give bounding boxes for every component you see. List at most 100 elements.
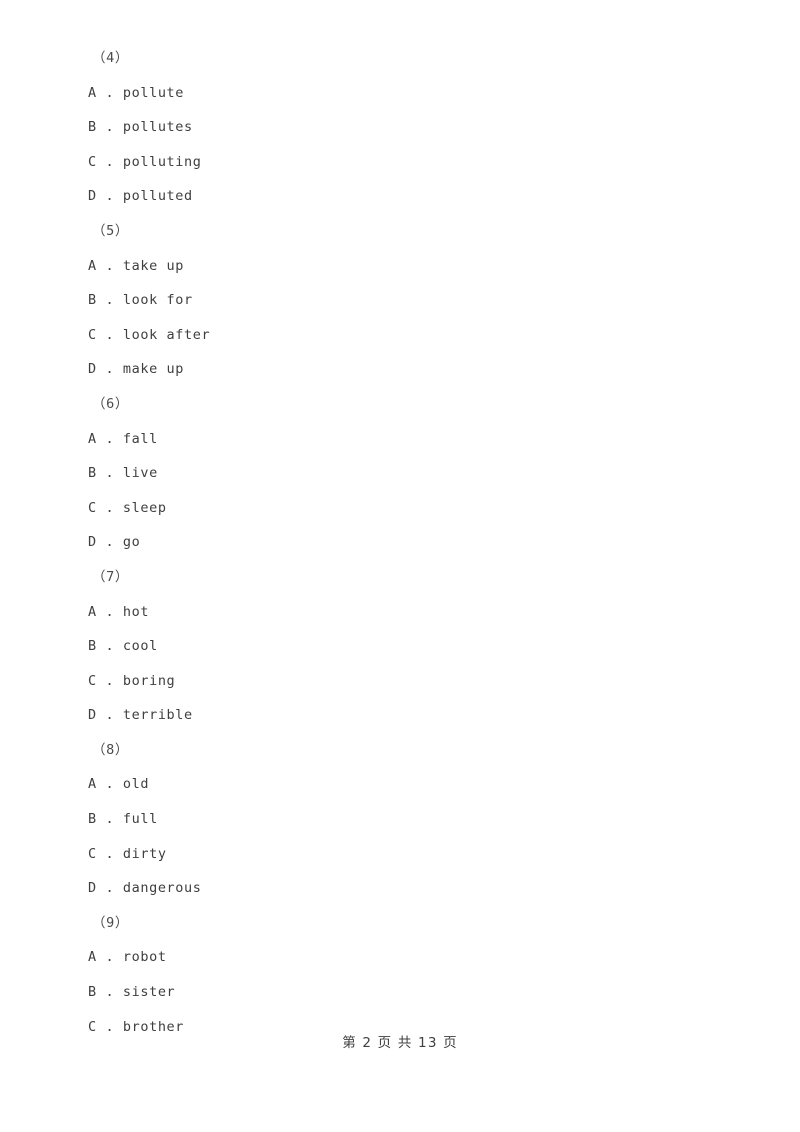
answer-option[interactable]: C . sleep	[0, 491, 800, 526]
option-separator: .	[96, 326, 123, 343]
option-separator: .	[96, 811, 123, 828]
answer-option[interactable]: B . cool	[0, 629, 800, 664]
option-letter: A	[88, 84, 97, 101]
option-separator: .	[96, 776, 123, 793]
option-letter: C	[88, 499, 97, 516]
document-page: （4） A . pollute B . pollutes C . polluting D…	[0, 0, 800, 1132]
option-text: make up	[122, 361, 185, 378]
answer-option[interactable]: C . boring	[0, 664, 800, 699]
option-separator: .	[96, 361, 123, 378]
option-letter: D	[88, 188, 97, 205]
option-text: cool	[122, 638, 158, 655]
answer-option[interactable]: C . dirty	[0, 837, 800, 872]
answer-option[interactable]: A . take up	[0, 249, 800, 284]
option-letter: B	[88, 119, 97, 136]
answer-option[interactable]: C . look after	[0, 318, 800, 353]
option-letter: A	[88, 949, 97, 966]
option-letter: D	[88, 707, 97, 724]
answer-option[interactable]: B . pollutes	[0, 110, 800, 145]
option-text: boring	[122, 672, 176, 689]
answer-option[interactable]: D . go	[0, 525, 800, 560]
question-group: （9） A . robot B . sister C . brother	[0, 906, 800, 1044]
question-number-label: （9）	[92, 914, 129, 931]
option-letter: A	[88, 430, 97, 447]
option-text: full	[122, 811, 158, 828]
question-group: （6） A . fall B . live C . sleep D . go	[0, 387, 800, 560]
question-list: （4） A . pollute B . pollutes C . polluting D…	[0, 0, 800, 1044]
option-letter: B	[88, 811, 97, 828]
option-separator: .	[96, 672, 123, 689]
option-separator: .	[96, 534, 123, 551]
option-letter: B	[88, 292, 97, 309]
option-separator: .	[96, 257, 123, 274]
answer-option[interactable]: B . sister	[0, 975, 800, 1010]
option-letter: B	[88, 638, 97, 655]
answer-option[interactable]: D . terrible	[0, 698, 800, 733]
option-letter: A	[88, 603, 97, 620]
option-text: take up	[122, 257, 185, 274]
answer-option[interactable]: D . dangerous	[0, 871, 800, 906]
option-text: look after	[122, 326, 211, 343]
answer-option[interactable]: B . live	[0, 456, 800, 491]
option-letter: D	[88, 880, 97, 897]
option-separator: .	[96, 84, 123, 101]
answer-option[interactable]: C . polluting	[0, 145, 800, 180]
question-number-label: （7）	[92, 568, 129, 585]
option-separator: .	[96, 292, 123, 309]
option-letter: C	[88, 153, 97, 170]
option-text: dangerous	[122, 880, 202, 897]
option-text: hot	[122, 603, 150, 620]
option-text: old	[122, 776, 150, 793]
option-separator: .	[96, 153, 123, 170]
option-letter: D	[88, 534, 97, 551]
answer-option[interactable]: A . pollute	[0, 76, 800, 111]
answer-option[interactable]: A . old	[0, 767, 800, 802]
option-text: robot	[122, 949, 167, 966]
option-letter: C	[88, 672, 97, 689]
option-text: dirty	[122, 845, 167, 862]
option-letter: B	[88, 984, 97, 1001]
option-text: go	[122, 534, 141, 551]
answer-option[interactable]: A . fall	[0, 422, 800, 457]
option-text: terrible	[122, 707, 193, 724]
option-letter: C	[88, 845, 97, 862]
answer-option[interactable]: D . polluted	[0, 179, 800, 214]
question-group: （4） A . pollute B . pollutes C . polluting D…	[0, 41, 800, 214]
option-separator: .	[96, 465, 123, 482]
option-separator: .	[96, 430, 123, 447]
question-number-label: （8）	[92, 741, 129, 758]
option-letter: A	[88, 257, 97, 274]
option-text: look for	[122, 292, 193, 309]
option-text: sister	[122, 984, 176, 1001]
option-separator: .	[96, 949, 123, 966]
option-separator: .	[96, 845, 123, 862]
option-letter: A	[88, 776, 97, 793]
answer-option[interactable]: B . look for	[0, 283, 800, 318]
answer-option[interactable]: D . make up	[0, 352, 800, 387]
option-text: live	[122, 465, 158, 482]
option-separator: .	[96, 188, 123, 205]
option-text: pollute	[122, 84, 185, 101]
question-group: （8） A . old B . full C . dirty D . dangerous	[0, 733, 800, 906]
answer-option[interactable]: A . robot	[0, 940, 800, 975]
option-separator: .	[96, 638, 123, 655]
answer-option[interactable]: B . full	[0, 802, 800, 837]
option-separator: .	[96, 880, 123, 897]
answer-option[interactable]: A . hot	[0, 595, 800, 630]
option-separator: .	[96, 707, 123, 724]
option-separator: .	[96, 499, 123, 516]
question-number-label: （4）	[92, 50, 129, 66]
option-separator: .	[96, 603, 123, 620]
page-footer: 第 2 页 共 13 页	[342, 1035, 458, 1051]
question-group: （7） A . hot B . cool C . boring D . terrible	[0, 560, 800, 733]
option-text: pollutes	[122, 119, 193, 136]
option-text: fall	[122, 430, 158, 447]
question-number-label: （6）	[92, 395, 129, 412]
option-separator: .	[96, 119, 123, 136]
question-group: （5） A . take up B . look for C . look after…	[0, 214, 800, 387]
option-text: polluted	[122, 188, 193, 205]
option-letter: C	[88, 326, 97, 343]
option-separator: .	[96, 984, 123, 1001]
option-text: sleep	[122, 499, 167, 516]
option-letter: B	[88, 465, 97, 482]
